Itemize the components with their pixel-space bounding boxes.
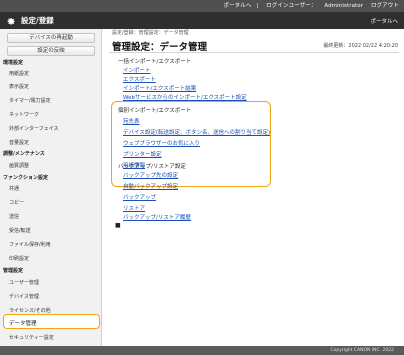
- section-backup-restore: バックアップ/リストア設定: [118, 164, 186, 170]
- page-title: 管理設定：データ管理: [112, 42, 208, 53]
- user-name: Administrator: [324, 3, 364, 9]
- link-auto-backup[interactable]: 自動バックアップ設定: [123, 182, 178, 190]
- sidebar-item-user-management[interactable]: ユーザー管理: [9, 279, 39, 286]
- sidebar-item-send[interactable]: 送信: [9, 213, 19, 220]
- sidebar-item-data-management[interactable]: データ管理: [3, 314, 100, 329]
- sidebar-item-display[interactable]: 表示設定: [9, 83, 29, 90]
- link-import-export-results[interactable]: インポート/エクスポート結果: [123, 84, 196, 92]
- sidebar-item-label: データ管理: [9, 321, 37, 327]
- top-link-bar: ポータルへ | ログインユーザー： Administrator ログアウト: [0, 0, 404, 12]
- remote-ui-window: ポータルへ | ログインユーザー： Administrator ログアウト 設定…: [0, 0, 404, 355]
- copyright: Copyright CANON INC. 2022: [330, 348, 395, 353]
- sidebar-item-interface[interactable]: 外部インターフェイス: [9, 125, 59, 132]
- last-updated: 最終更新：2022 02/22 4:20:20: [323, 43, 398, 49]
- sidebar-item-license[interactable]: ライセンス/その他: [9, 307, 51, 314]
- sidebar-item-receive[interactable]: 受信/転送: [9, 227, 31, 234]
- link-address-book[interactable]: 宛先表: [123, 117, 140, 125]
- link-device-settings[interactable]: デバイス設定(転送設定、ボタン名、送信への割り当て設定): [123, 128, 270, 136]
- sidebar-heading-function: ファンクション設定: [3, 175, 49, 181]
- link-browser-favorites[interactable]: ウェブブラウザーのお気に入り: [123, 139, 200, 147]
- sidebar-item-file-storage[interactable]: ファイル保存/利用: [9, 241, 51, 248]
- link-backup[interactable]: バックアップ: [123, 193, 156, 201]
- sidebar-item-common[interactable]: 共通: [9, 185, 19, 192]
- sidebar-item-timer[interactable]: タイマー/電力設定: [9, 97, 51, 104]
- link-backup-history[interactable]: バックアップ/リストア履歴: [123, 213, 191, 221]
- top-links: ポータルへ | ログインユーザー： Administrator ログアウト: [217, 1, 399, 9]
- separator: |: [256, 3, 259, 9]
- header-bar: 設定/登録 ポータルへ: [0, 12, 404, 29]
- sidebar-heading-maintenance: 調整/メンテナンス: [3, 151, 45, 157]
- sidebar-heading-preferences: 環境設定: [3, 60, 24, 66]
- login-user-label: ログインユーザー：: [266, 3, 317, 9]
- sidebar-item-copy[interactable]: コピー: [9, 199, 24, 206]
- sidebar-heading-management: 管理設定: [3, 268, 24, 274]
- gear-icon: [7, 18, 15, 25]
- sidebar-item-network[interactable]: ネットワーク: [9, 111, 39, 118]
- sidebar-item-security[interactable]: セキュリティー設定: [9, 334, 54, 341]
- restart-device-button[interactable]: デバイスの再起動: [7, 33, 95, 43]
- header-portal-link[interactable]: ポータルへ: [370, 17, 398, 25]
- footer: Copyright CANON INC. 2022: [0, 346, 404, 355]
- bullet-mark: ■: [115, 222, 121, 229]
- section-bulk-import-export: 一括インポート/エクスポート: [118, 59, 192, 65]
- sidebar-item-volume[interactable]: 音量設定: [9, 139, 29, 146]
- link-backup-destination[interactable]: バックアップ先の設定: [123, 171, 178, 179]
- link-export[interactable]: エクスポート: [123, 75, 156, 83]
- sidebar-item-image-quality[interactable]: 画質調整: [9, 162, 29, 169]
- link-web-service-settings[interactable]: Webサービスからのインポート/エクスポート設定: [123, 93, 247, 101]
- link-restore[interactable]: リストア: [123, 204, 145, 212]
- divider: [109, 52, 399, 53]
- main-content: 設定/登録：管理設定：データ管理 管理設定：データ管理 最終更新：2022 02…: [103, 29, 404, 355]
- sidebar-item-paper[interactable]: 用紙設定: [9, 70, 29, 77]
- sidebar: デバイスの再起動 設定の反映 環境設定 用紙設定 表示設定 タイマー/電力設定 …: [0, 29, 102, 355]
- sidebar-item-print[interactable]: 印刷設定: [9, 255, 29, 262]
- portal-link[interactable]: ポータルへ: [223, 1, 251, 9]
- breadcrumb: 設定/登録：管理設定：データ管理: [112, 30, 189, 36]
- section-individual-import-export: 個別インポート/エクスポート: [118, 108, 192, 114]
- logout-link[interactable]: ログアウト: [371, 1, 399, 9]
- link-printer-settings[interactable]: プリンター設定: [123, 150, 162, 158]
- app-title: 設定/登録: [21, 16, 54, 25]
- link-import[interactable]: インポート: [123, 66, 151, 74]
- apply-settings-button[interactable]: 設定の反映: [7, 46, 95, 56]
- sidebar-item-device-management[interactable]: デバイス管理: [9, 293, 39, 300]
